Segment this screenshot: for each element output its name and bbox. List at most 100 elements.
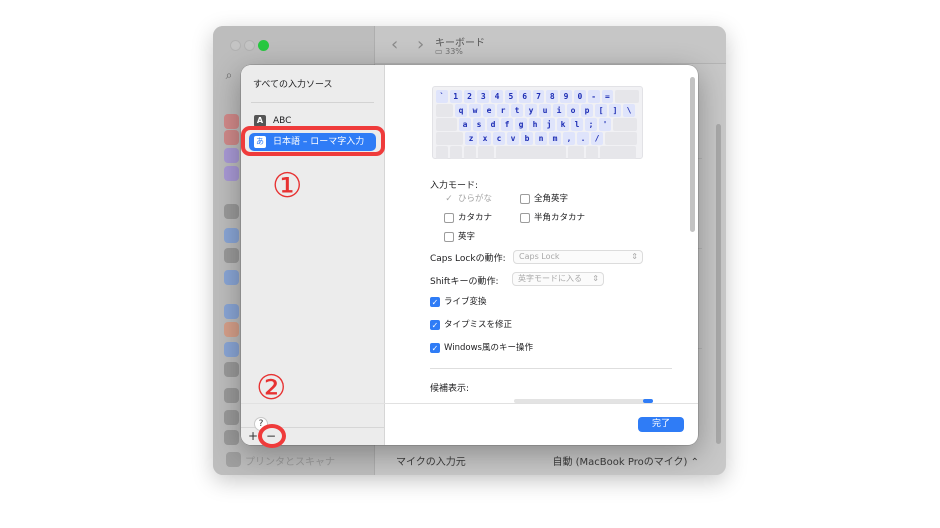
- sidebar-icon-control-center[interactable]: [224, 248, 239, 263]
- key-caps-lock: [436, 118, 457, 131]
- annotation-number-one: ①: [272, 166, 303, 206]
- input-mode-heading: 入力モード:: [430, 181, 479, 191]
- close-window-button[interactable]: [230, 40, 241, 51]
- sidebar-icon-screen-time[interactable]: [224, 166, 239, 181]
- sidebar-icon-siri[interactable]: [224, 270, 239, 285]
- checkbox-label: 英字: [458, 232, 476, 242]
- mode-eiji-checkbox[interactable]: 英字: [444, 232, 475, 243]
- candidate-display-heading: 候補表示:: [430, 384, 470, 394]
- window-scrollbar[interactable]: [716, 124, 721, 444]
- typo-correction-checkbox[interactable]: ✓ タイプミスを修正: [430, 320, 512, 331]
- key: x: [479, 132, 491, 145]
- sidebar-icon-general[interactable]: [224, 204, 239, 219]
- key: n: [535, 132, 547, 145]
- sheet-footer-divider: [241, 403, 698, 404]
- keyboard-row: ` 1 2 3 4 5 6 7 8 9 0 - =: [436, 90, 639, 103]
- shift-behavior-select[interactable]: 英字モードに入る ⇕: [512, 272, 604, 286]
- done-button[interactable]: 完了: [638, 417, 684, 432]
- sidebar-icon-wallet[interactable]: [224, 322, 239, 337]
- mode-zenkaku-eiji-checkbox[interactable]: 全角英字: [520, 194, 568, 205]
- key: ]: [609, 104, 621, 117]
- sidebar-item-printers[interactable]: プリンタとスキャナ: [226, 452, 335, 468]
- chevron-updown-icon: ⇕: [592, 274, 599, 283]
- sidebar-icon-icloud[interactable]: [224, 342, 239, 357]
- key: ': [599, 118, 611, 131]
- input-sources-sheet: すべての入力ソース A ABC あ 日本語 – ローマ字入力 + − ` 1 2…: [241, 65, 698, 445]
- add-input-source-button[interactable]: +: [248, 429, 258, 443]
- live-conversion-checkbox[interactable]: ✓ ライブ変換: [430, 297, 487, 308]
- checkbox-label: Windows風のキー操作: [444, 343, 533, 353]
- checkbox-box: [444, 213, 454, 223]
- key: `: [436, 90, 448, 103]
- sidebar-icon-keyboard[interactable]: [224, 388, 239, 403]
- key: p: [581, 104, 593, 117]
- key: h: [529, 118, 541, 131]
- mic-input-select[interactable]: 自動 (MacBook Proのマイク) ⌃: [552, 453, 699, 468]
- checkmark-icon: ✓: [445, 194, 453, 204]
- checkbox-label: 半角カタカナ: [534, 213, 586, 223]
- sidebar-icon-notifications[interactable]: [224, 114, 239, 129]
- caps-lock-behavior-select[interactable]: Caps Lock ⇕: [513, 250, 643, 264]
- key: 3: [477, 90, 490, 103]
- mode-hankaku-katakana-checkbox[interactable]: 半角カタカナ: [520, 213, 585, 224]
- checkbox-box: [520, 194, 530, 204]
- key: z: [465, 132, 477, 145]
- key-fn: [436, 146, 448, 159]
- checkbox-box: [444, 232, 454, 242]
- mode-hiragana-checkbox[interactable]: ✓ ひらがな: [444, 194, 492, 205]
- sidebar-icon-focus[interactable]: [224, 148, 239, 163]
- sidebar-icon-trackpad[interactable]: [224, 410, 239, 425]
- select-value: Caps Lock: [519, 252, 560, 261]
- zoom-window-button[interactable]: [258, 40, 269, 51]
- key: 8: [546, 90, 559, 103]
- windows-key-operation-checkbox[interactable]: ✓ Windows風のキー操作: [430, 343, 533, 354]
- sidebar-icon-accessibility[interactable]: [224, 228, 239, 243]
- key-space: [496, 146, 566, 159]
- checkbox-label: カタカナ: [458, 213, 493, 223]
- back-button[interactable]: ‹: [391, 34, 398, 55]
- key: 4: [491, 90, 503, 103]
- key-delete: [615, 90, 639, 103]
- all-input-sources-heading: すべての入力ソース: [253, 80, 333, 90]
- battery-percent: 33%: [445, 47, 463, 56]
- keyboard-row: [436, 146, 639, 159]
- key-shift-right: [605, 132, 637, 145]
- key: =: [601, 90, 614, 103]
- key-option: [464, 146, 476, 159]
- sidebar-icon-mouse[interactable]: [224, 430, 239, 445]
- printer-icon: [226, 452, 241, 467]
- window-toolbar: ‹ › キーボード ▭ 33%: [375, 26, 726, 64]
- key: 5: [504, 90, 517, 103]
- sidebar-icon-game-center[interactable]: [224, 362, 239, 377]
- key: w: [469, 104, 481, 117]
- key: y: [525, 104, 537, 117]
- sidebar-icon-sound[interactable]: [224, 130, 239, 145]
- key: 0: [573, 90, 586, 103]
- key: 7: [532, 90, 545, 103]
- checkbox-label: ライブ変換: [444, 297, 487, 307]
- key: s: [473, 118, 485, 131]
- shift-behavior-label: Shiftキーの動作:: [430, 277, 499, 287]
- key: o: [567, 104, 579, 117]
- key: m: [549, 132, 561, 145]
- checkmark-icon: ✓: [430, 297, 440, 307]
- sidebar-item-label: プリンタとスキャナ: [245, 457, 335, 468]
- sidebar-icon-internet-accounts[interactable]: [224, 304, 239, 319]
- key: q: [455, 104, 467, 117]
- key: 6: [518, 90, 531, 103]
- key: l: [571, 118, 583, 131]
- input-source-settings-pane: ` 1 2 3 4 5 6 7 8 9 0 - = q w e r t y u …: [386, 65, 698, 445]
- key: j: [543, 118, 555, 131]
- minimize-window-button[interactable]: [244, 40, 255, 51]
- annotation-highlight-source: [241, 126, 385, 156]
- forward-button[interactable]: ›: [417, 34, 424, 55]
- mode-katakana-checkbox[interactable]: カタカナ: [444, 213, 492, 224]
- key: u: [539, 104, 551, 117]
- key: v: [507, 132, 519, 145]
- checkbox-box: [520, 213, 530, 223]
- settings-scrollbar[interactable]: [690, 77, 695, 232]
- keyboard-row: q w e r t y u i o p [ ] \: [436, 104, 639, 117]
- checkbox-label: ひらがな: [458, 194, 493, 204]
- search-icon[interactable]: ⌕: [221, 67, 237, 83]
- key-shift-left: [436, 132, 463, 145]
